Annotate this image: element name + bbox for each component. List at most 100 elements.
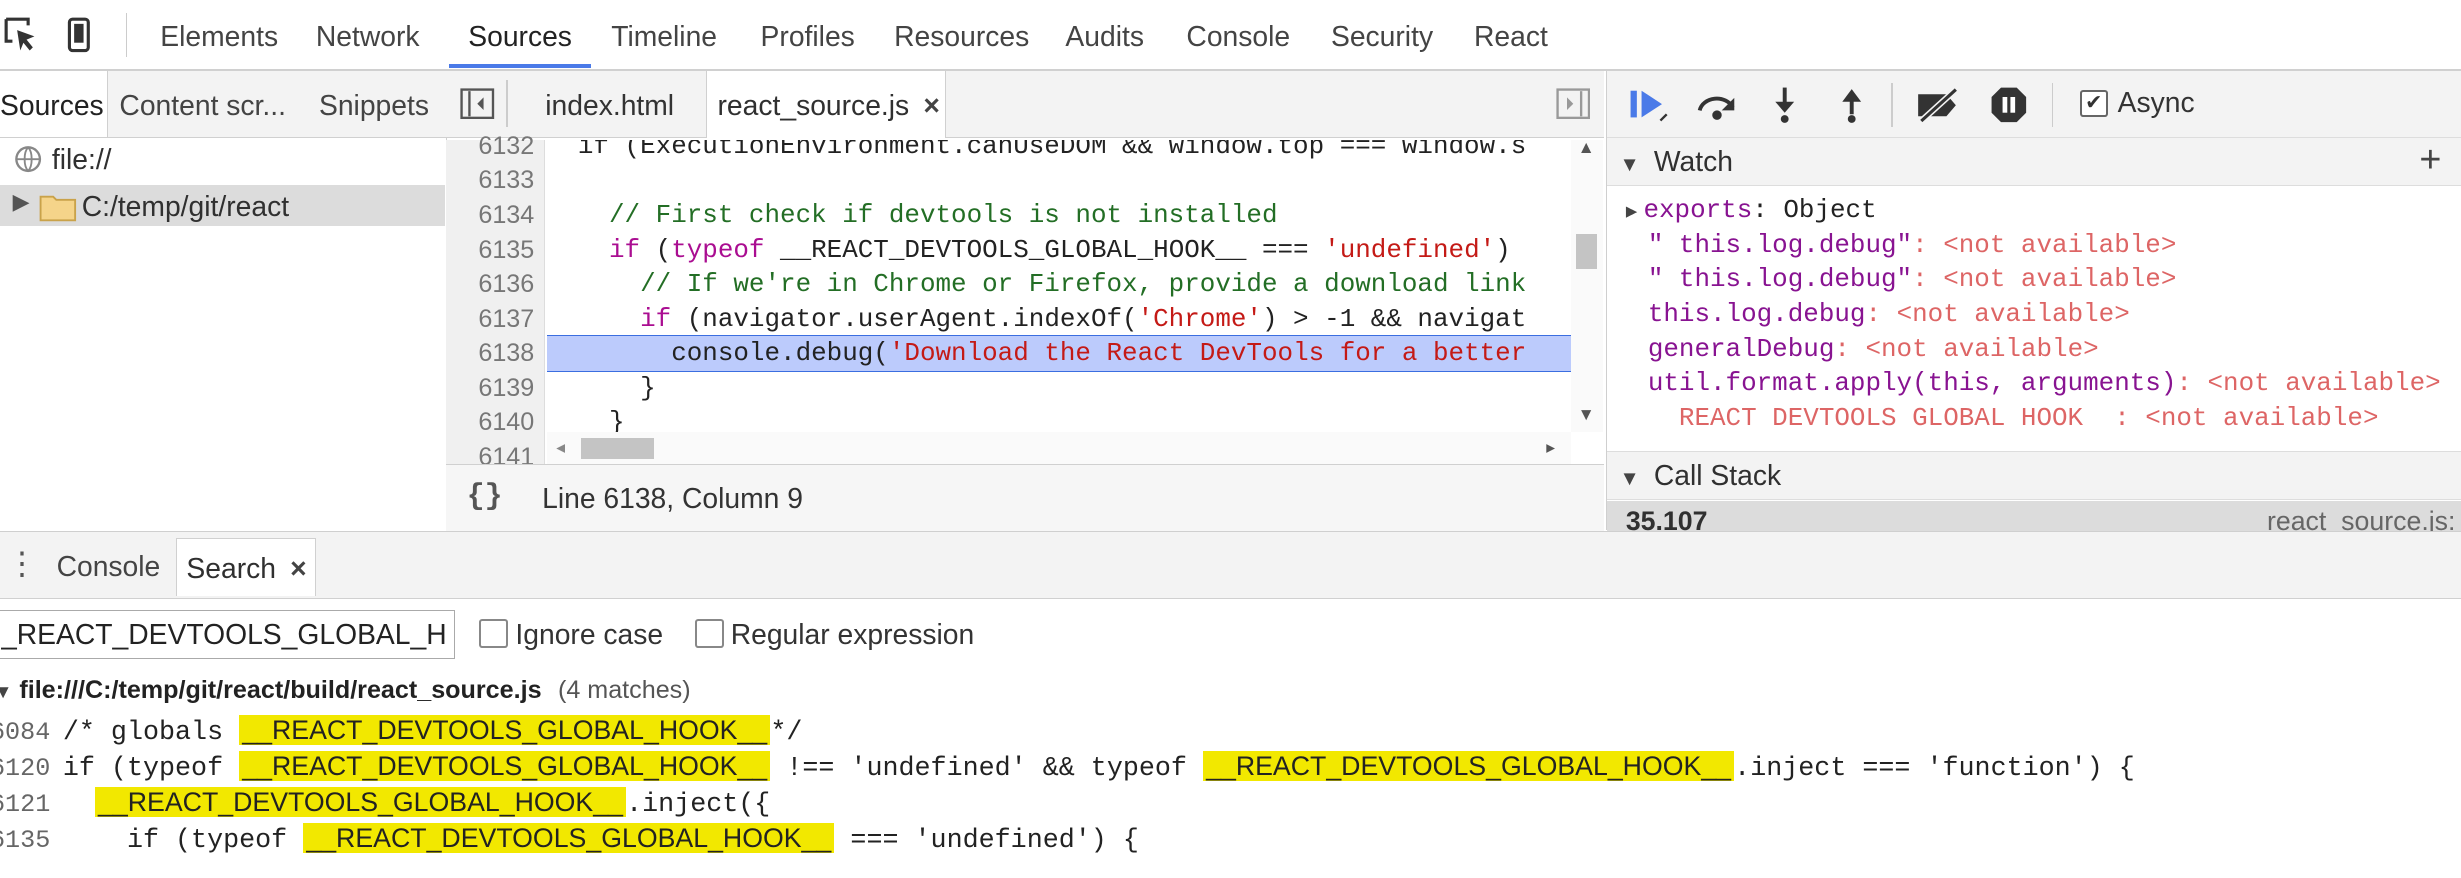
scroll-right-icon[interactable]: ▸ bbox=[1546, 437, 1555, 458]
tree-item-file[interactable]: file:// bbox=[0, 138, 445, 179]
inspect-element-icon[interactable] bbox=[3, 16, 41, 54]
code-token: console.debug( bbox=[546, 338, 889, 369]
vertical-scroll-thumb[interactable] bbox=[1576, 234, 1597, 269]
line-number[interactable]: 6140 bbox=[446, 405, 534, 440]
watch-expression[interactable]: this.log.debug: <not available> bbox=[1607, 297, 2461, 332]
tab-network[interactable]: Network bbox=[316, 0, 420, 69]
expand-arrow-icon[interactable]: ▶ bbox=[1626, 201, 1637, 223]
watch-expression[interactable]: " this.log.debug": <not available> bbox=[1607, 262, 2461, 297]
regex-checkbox[interactable] bbox=[694, 619, 724, 649]
call-stack-header[interactable]: ▼ Call Stack bbox=[1606, 450, 2461, 501]
scroll-left-icon[interactable]: ◂ bbox=[556, 437, 565, 458]
scroll-up-icon[interactable]: ▲ bbox=[1578, 137, 1595, 158]
tab-label: Content scr... bbox=[119, 88, 286, 121]
expand-arrow-icon[interactable]: ▶ bbox=[13, 189, 30, 215]
search-result-line[interactable]: 6121 __REACT_DEVTOOLS_GLOBAL_HOOK__.inje… bbox=[0, 784, 2357, 820]
tab-profiles[interactable]: Profiles bbox=[761, 0, 855, 69]
watch-colon: : bbox=[1752, 195, 1784, 226]
code-lines: if (ExecutionEnvironment.canUseDOM && wi… bbox=[546, 140, 1572, 464]
tab-security[interactable]: Security bbox=[1331, 0, 1433, 69]
watch-value: <not available> bbox=[1943, 229, 2177, 260]
search-bar: Ignore case Regular expression bbox=[0, 599, 2461, 671]
tab-elements[interactable]: Elements bbox=[160, 0, 278, 69]
deactivate-breakpoints-icon[interactable] bbox=[1915, 87, 1962, 123]
watch-expression[interactable]: generalDebug: <not available> bbox=[1607, 332, 2461, 367]
watch-expression[interactable]: ▶ exports: Object bbox=[1607, 193, 2461, 228]
line-number[interactable]: 6135 bbox=[446, 233, 534, 268]
tab-index-html[interactable]: index.html bbox=[519, 71, 701, 137]
watch-value: <not available> bbox=[1865, 333, 2099, 364]
tab-react-source[interactable]: react_source.js × bbox=[705, 70, 947, 139]
vertical-scrollbar[interactable]: ▲ ▼ bbox=[1571, 137, 1603, 433]
search-result-line[interactable]: 6135 if (typeof __REACT_DEVTOOLS_GLOBAL_… bbox=[0, 820, 2357, 856]
horizontal-scrollbar[interactable]: ◂ ▸ bbox=[546, 432, 1572, 464]
line-number[interactable]: 6137 bbox=[446, 302, 534, 337]
result-code: /* globals __REACT_DEVTOOLS_GLOBAL_HOOK_… bbox=[63, 714, 803, 748]
watch-colon: : bbox=[1834, 333, 1866, 364]
code-line: if (typeof __REACT_DEVTOOLS_GLOBAL_HOOK_… bbox=[547, 233, 1572, 268]
tree-item-folder[interactable]: ▶ C:/temp/git/react bbox=[0, 185, 445, 227]
search-result-line[interactable]: 6084 /* globals __REACT_DEVTOOLS_GLOBAL_H… bbox=[0, 712, 2357, 748]
watch-header[interactable]: ▼ Watch + bbox=[1606, 136, 2461, 186]
tab-console[interactable]: Console bbox=[47, 532, 170, 598]
line-number[interactable]: 6134 bbox=[446, 198, 534, 233]
tab-sources-nav[interactable]: Sources bbox=[0, 70, 108, 137]
tab-label: Sources bbox=[468, 20, 572, 52]
code-token: if bbox=[609, 234, 641, 265]
tab-sources[interactable]: Sources bbox=[449, 0, 591, 69]
editor-tabs: index.html react_source.js × bbox=[446, 70, 1605, 139]
ignore-case-checkbox[interactable] bbox=[479, 619, 509, 649]
tab-content-scripts[interactable]: Content scr... bbox=[119, 71, 286, 137]
line-number[interactable]: 6132 bbox=[446, 129, 534, 164]
pause-on-exceptions-icon[interactable] bbox=[1990, 86, 2028, 124]
tab-snippets[interactable]: Snippets bbox=[319, 71, 429, 137]
devtools-window: Elements Network Sources Timeline Profiles Re… bbox=[0, 0, 2461, 877]
code-token: // First check if devtools is not instal… bbox=[546, 199, 1278, 230]
result-file-header[interactable]: ▼ file:///C:/temp/git/react/build/react_… bbox=[0, 673, 691, 708]
tab-search[interactable]: Search × bbox=[175, 538, 317, 596]
code-area[interactable]: if (ExecutionEnvironment.canUseDOM && wi… bbox=[546, 140, 1572, 464]
watch-expression[interactable]: util.format.apply(this, arguments): <not… bbox=[1607, 366, 2461, 401]
toggle-navigator-icon[interactable] bbox=[460, 88, 495, 120]
tab-console[interactable]: Console bbox=[1186, 0, 1290, 69]
resume-icon[interactable] bbox=[1629, 86, 1670, 124]
line-number[interactable]: 6136 bbox=[446, 267, 534, 302]
result-text: */ bbox=[770, 717, 803, 748]
step-over-icon[interactable] bbox=[1695, 90, 1739, 121]
tab-audits[interactable]: Audits bbox=[1065, 0, 1144, 69]
close-tab-icon[interactable]: × bbox=[290, 552, 307, 584]
drawer-menu-icon[interactable]: ⋮ bbox=[6, 542, 37, 586]
device-mode-icon[interactable] bbox=[60, 16, 98, 54]
code-token: 'Download the React DevTools for a bette… bbox=[888, 338, 1527, 369]
watch-name: " this.log.debug" bbox=[1647, 229, 1913, 260]
line-number[interactable]: 6133 bbox=[446, 163, 534, 198]
tab-resources[interactable]: Resources bbox=[894, 0, 1029, 69]
code-token: if bbox=[640, 303, 672, 334]
call-stack-frame[interactable]: 35.107 react_source.js: bbox=[1606, 501, 2461, 533]
toggle-debugger-icon[interactable] bbox=[1556, 88, 1591, 120]
tab-timeline[interactable]: Timeline bbox=[611, 0, 717, 69]
search-match: __REACT_DEVTOOLS_GLOBAL_HOOK__ bbox=[1202, 750, 1735, 781]
search-result-line[interactable]: 6120 if (typeof __REACT_DEVTOOLS_GLOBAL_H… bbox=[0, 748, 2357, 784]
tab-react[interactable]: React bbox=[1474, 0, 1548, 69]
scroll-down-icon[interactable]: ▼ bbox=[1578, 404, 1595, 425]
watch-expression[interactable]: REACT DEVTOOLS GLOBAL HOOK : <not availa… bbox=[1607, 401, 2461, 436]
watch-value: Object bbox=[1783, 195, 1877, 226]
step-into-icon[interactable] bbox=[1769, 86, 1800, 124]
tab-label: Profiles bbox=[760, 20, 855, 52]
watch-expression[interactable]: " this.log.debug": <not available> bbox=[1607, 228, 2461, 263]
horizontal-scroll-thumb[interactable] bbox=[581, 438, 654, 459]
tab-label: Console bbox=[1186, 20, 1291, 52]
close-tab-icon[interactable]: × bbox=[923, 89, 940, 121]
line-number[interactable]: 6138 bbox=[446, 336, 534, 371]
line-numbers: 6132 6133 6134 6135 6136 6137 6138 6139 6140 6141 bbox=[446, 129, 534, 475]
line-number[interactable]: 6139 bbox=[446, 371, 534, 406]
watch-list: ▶ exports: Object " this.log.debug": <not … bbox=[1607, 193, 2461, 435]
add-watch-icon[interactable]: + bbox=[2419, 136, 2441, 183]
step-out-icon[interactable] bbox=[1836, 86, 1867, 124]
watch-name: " this.log.debug" bbox=[1647, 264, 1913, 295]
result-text: .inject === 'function') { bbox=[1734, 753, 2135, 784]
pretty-print-icon[interactable]: {} bbox=[467, 479, 503, 513]
search-input[interactable] bbox=[0, 609, 455, 659]
